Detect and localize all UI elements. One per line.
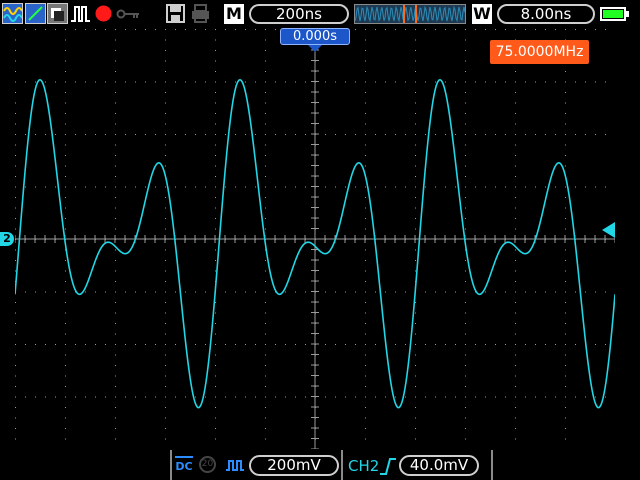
window-timebase-display[interactable]: 8.00ns: [497, 4, 595, 24]
top-toolbar: M 200ns W 8.00ns: [0, 0, 640, 28]
battery-icon: [600, 7, 630, 21]
channel-2-marker[interactable]: 2: [0, 232, 14, 246]
bw-limit-icon[interactable]: 20: [199, 456, 216, 473]
print-icon: [190, 3, 211, 24]
frequency-readout: 75.0000MHz: [490, 40, 589, 64]
save-icon[interactable]: [165, 3, 186, 24]
graticule: [15, 29, 615, 449]
main-timebase-label: M: [224, 4, 244, 24]
waveform-screen[interactable]: [15, 29, 615, 449]
separator: [491, 450, 493, 480]
window-timebase-label: W: [472, 4, 492, 24]
coupling-label: DC: [175, 460, 193, 473]
rising-edge-icon[interactable]: [378, 456, 398, 476]
trigger-position-badge[interactable]: 0.000s: [280, 28, 350, 45]
record-icon[interactable]: [93, 3, 114, 24]
channel-scale-display[interactable]: 200mV: [249, 455, 339, 476]
key-icon: [116, 3, 140, 24]
waveform-overview: [354, 4, 466, 24]
display-mode-icon[interactable]: [47, 3, 68, 24]
separator: [341, 450, 343, 480]
separator: [170, 450, 172, 480]
trigger-level-arrow-icon[interactable]: [602, 222, 615, 238]
trigger-level-display[interactable]: 40.0mV: [399, 455, 479, 476]
dc-coupling-icon[interactable]: DC: [174, 456, 194, 476]
probe-icon: [225, 456, 245, 476]
line-icon[interactable]: [25, 3, 46, 24]
trigger-position-arrow-icon: [308, 45, 322, 52]
timebase-display[interactable]: 200ns: [249, 4, 349, 24]
trigger-source-label[interactable]: CH2: [348, 456, 379, 476]
pulse-icon[interactable]: [70, 3, 91, 24]
dual-wave-icon[interactable]: [2, 3, 23, 24]
bottom-status-bar: DC 20 200mV CH2 40.0mV: [0, 450, 640, 480]
